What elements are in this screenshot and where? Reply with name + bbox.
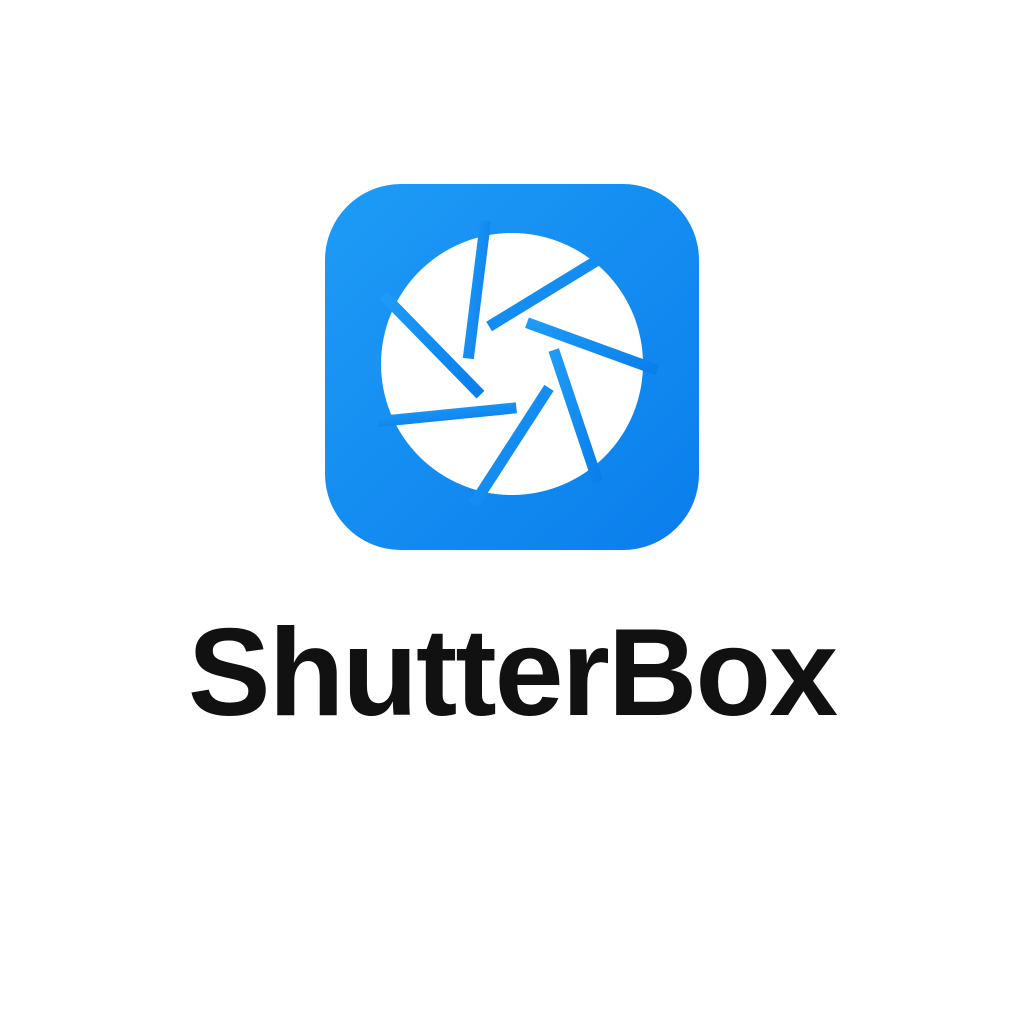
brand-wordmark: ShutterBox xyxy=(187,604,838,742)
app-icon-tile xyxy=(325,184,699,550)
aperture-disc xyxy=(381,233,643,495)
camera-aperture-icon xyxy=(325,184,699,550)
logo-canvas: ShutterBox xyxy=(0,0,1024,1024)
